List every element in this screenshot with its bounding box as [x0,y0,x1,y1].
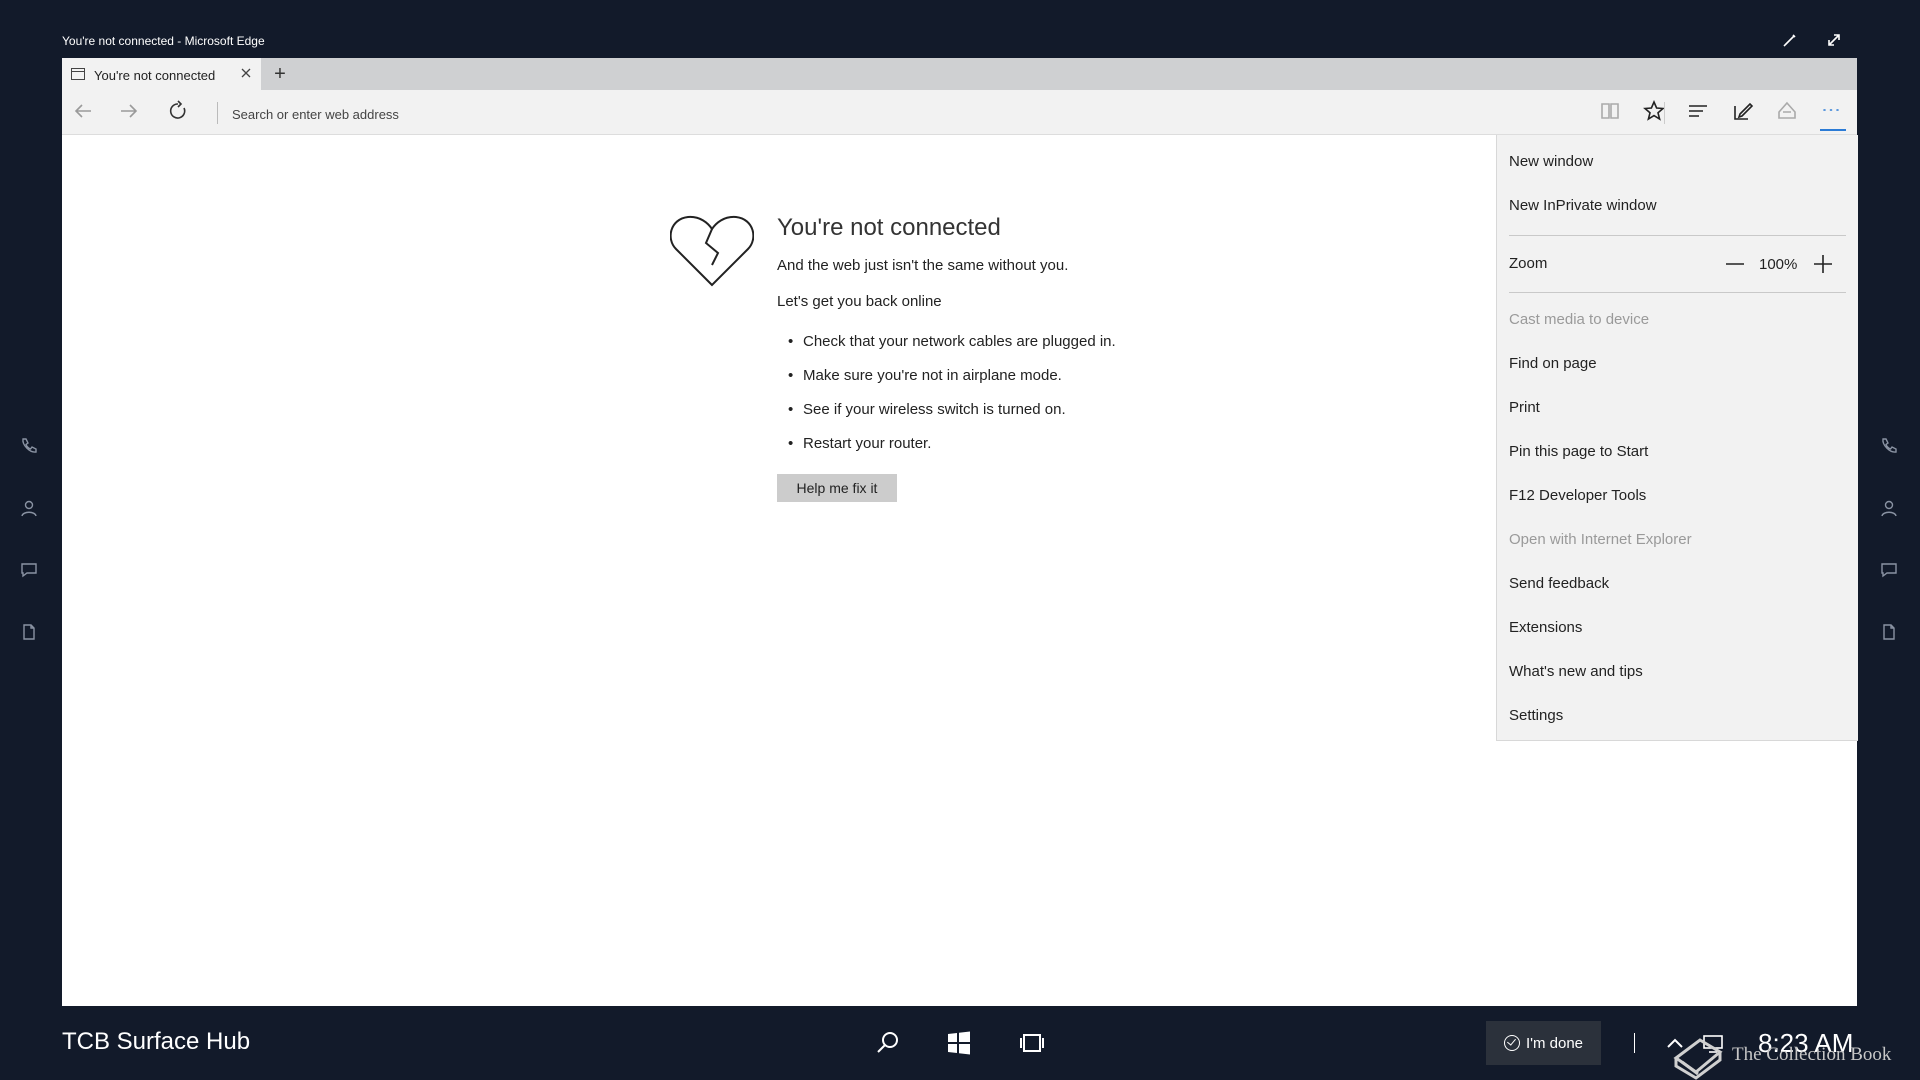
watermark: The Collection Book [1670,1030,1900,1080]
menu-item-settings[interactable]: Settings [1509,707,1563,724]
zoom-label: Zoom [1509,255,1548,272]
more-actions-icon[interactable] [1820,99,1846,131]
reading-view-icon[interactable] [1599,100,1625,124]
menu-item-whats-new[interactable]: What's new and tips [1509,663,1643,680]
page-icon [71,68,85,80]
watermark-text: The Collection Book [1732,1044,1892,1065]
zoom-in-button[interactable] [1811,252,1835,276]
forward-arrow-icon[interactable] [118,100,144,124]
window-title: You're not connected - Microsoft Edge [62,34,265,48]
favorite-star-icon[interactable] [1643,99,1669,124]
windows-start-icon[interactable] [946,1030,972,1056]
zoom-value: 100% [1759,256,1798,273]
list-item: Make sure you're not in airplane mode. [777,367,1116,401]
navigation-bar [62,90,1857,135]
web-note-icon[interactable] [1732,100,1758,124]
window-titlebar: You're not connected - Microsoft Edge [62,28,1857,58]
check-circle-icon [1503,1034,1520,1051]
message-icon[interactable] [1880,561,1900,581]
tab-title: You're not connected [94,68,216,83]
error-subtitle: And the web just isn't the same without … [777,257,1069,274]
menu-divider [1509,235,1846,236]
im-done-button[interactable]: I'm done [1486,1021,1601,1065]
menu-item-find-on-page[interactable]: Find on page [1509,355,1597,372]
menu-divider [1509,292,1846,293]
error-subtitle-2: Let's get you back online [777,293,942,310]
help-me-fix-it-button[interactable]: Help me fix it [777,474,897,502]
list-item: See if your wireless switch is turned on… [777,401,1116,435]
list-item: Check that your network cables are plugg… [777,333,1116,367]
menu-item-open-with-ie: Open with Internet Explorer [1509,531,1692,548]
menu-item-new-window[interactable]: New window [1509,153,1593,170]
message-icon[interactable] [20,561,40,581]
expand-icon[interactable] [1826,32,1848,54]
broken-heart-icon [670,215,754,287]
close-tab-icon[interactable] [238,65,254,81]
menu-item-cast-media: Cast media to device [1509,311,1650,328]
im-done-label: I'm done [1525,1034,1584,1052]
document-icon[interactable] [1880,623,1900,643]
troubleshooting-list: Check that your network cables are plugg… [777,333,1116,469]
toolbar-separator [1664,102,1665,124]
more-actions-menu: New window New InPrivate window Zoom 100… [1496,135,1858,741]
menu-item-developer-tools[interactable]: F12 Developer Tools [1509,487,1646,504]
taskbar-separator [1634,1033,1635,1053]
phone-icon[interactable] [1880,437,1900,457]
menu-item-extensions[interactable]: Extensions [1509,619,1582,636]
list-item: Restart your router. [777,435,1116,469]
menu-item-send-feedback[interactable]: Send feedback [1509,575,1609,592]
new-tab-button[interactable]: + [268,62,292,86]
menu-item-pin-to-start[interactable]: Pin this page to Start [1509,443,1648,460]
error-title: You're not connected [777,214,1001,241]
back-arrow-icon[interactable] [72,100,98,124]
tab-strip: You're not connected + [62,58,1857,90]
menu-item-new-inprivate-window[interactable]: New InPrivate window [1509,197,1657,214]
share-icon[interactable] [1776,100,1802,124]
refresh-icon[interactable] [167,100,193,124]
menu-item-print[interactable]: Print [1509,399,1540,416]
book-logo-icon [1673,1038,1723,1080]
device-name: TCB Surface Hub [62,1028,251,1055]
task-view-icon[interactable] [1019,1030,1045,1056]
document-icon[interactable] [20,623,40,643]
person-icon[interactable] [1880,499,1900,519]
tab-current[interactable]: You're not connected [62,58,261,90]
pen-icon[interactable] [1782,32,1804,54]
zoom-out-button[interactable] [1723,252,1747,276]
address-separator [217,102,218,124]
person-icon[interactable] [20,499,40,519]
hub-icon[interactable] [1687,100,1713,124]
search-icon[interactable] [875,1030,901,1056]
phone-icon[interactable] [20,437,40,457]
address-bar-input[interactable] [230,102,1134,126]
